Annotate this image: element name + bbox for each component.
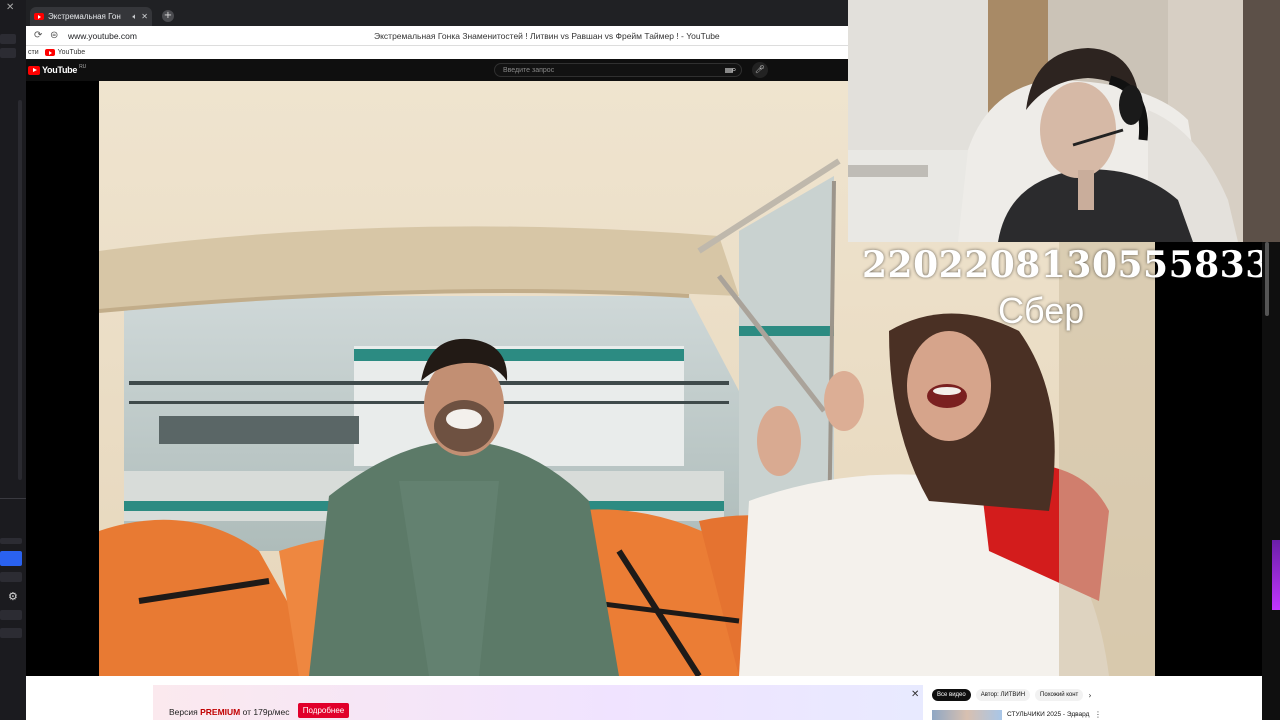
promo-text-suffix: от 179р/мес: [240, 707, 290, 717]
browser-tab[interactable]: Экстремальная Гон 🔈︎ ✕: [30, 7, 152, 26]
left-panel: ✕ ⚙: [0, 0, 26, 720]
donation-bank-name: Сбер: [998, 290, 1085, 331]
side-accent: [1272, 540, 1280, 610]
panel-block: [0, 34, 16, 44]
chevron-right-icon[interactable]: ›: [1088, 691, 1091, 700]
bookmark-label: YouTube: [57, 49, 86, 56]
webcam-overlay: [848, 0, 1280, 242]
premium-promo-banner: ✕ Версия PREMIUM от 179р/мес Подробнее: [153, 685, 923, 720]
panel-block: [0, 610, 22, 620]
close-icon[interactable]: ✕: [6, 2, 14, 13]
panel-active-item[interactable]: [0, 551, 22, 566]
chip-author[interactable]: Автор: ЛИТВИН: [975, 689, 1031, 701]
youtube-logo-icon: [28, 65, 40, 75]
webcam-scene: [848, 0, 1280, 242]
speaker-icon[interactable]: 🔈︎: [132, 12, 137, 22]
tab-title: Экстремальная Гон: [48, 12, 121, 21]
more-options-icon[interactable]: ⋮: [1094, 710, 1102, 719]
lock-icon[interactable]: ⊜: [50, 30, 62, 41]
page-title: Экстремальная Гонка Знаменитостей ! Литв…: [374, 31, 720, 41]
panel-divider: [0, 498, 26, 499]
related-filter-chips: Все видео Автор: ЛИТВИН Похожий конт ›: [932, 689, 1092, 701]
chip-all-videos[interactable]: Все видео: [932, 689, 971, 701]
chip-similar[interactable]: Похожий конт: [1035, 689, 1084, 701]
bookmark-youtube[interactable]: YouTube: [44, 49, 86, 56]
bookmark-item[interactable]: сти: [28, 49, 39, 56]
promo-premium-label: PREMIUM: [200, 707, 241, 717]
search-input[interactable]: Введите запрос: [494, 63, 742, 77]
related-video-title[interactable]: СТУЛЬЧИКИ 2025 - Эдвард: [1007, 711, 1089, 718]
panel-block: [0, 572, 22, 582]
promo-text: Версия PREMIUM от 179р/мес: [169, 707, 289, 717]
youtube-favicon-icon: [44, 49, 55, 56]
new-tab-button[interactable]: +: [162, 10, 174, 22]
related-video-thumbnail[interactable]: [932, 710, 1002, 720]
panel-block: [0, 48, 16, 58]
youtube-logo-country: RU: [79, 64, 87, 70]
bookmarks-bar: сти YouTube: [26, 46, 848, 59]
browser-tab-bar: Экстремальная Гон 🔈︎ ✕ +: [26, 0, 848, 26]
reload-icon[interactable]: ⟳: [34, 30, 46, 41]
youtube-logo[interactable]: YouTube RU: [28, 64, 87, 75]
address-bar: ⟳ ⊜ www.youtube.com Экстремальная Гонка …: [26, 26, 848, 46]
panel-block: [0, 538, 22, 544]
youtube-favicon-icon: [34, 13, 44, 20]
search-icon[interactable]: ⌕: [726, 63, 742, 77]
below-video-area: ✕ Версия PREMIUM от 179р/мес Подробнее В…: [26, 676, 1262, 720]
donation-card-number: 2202208130555833: [862, 244, 1271, 286]
url-input[interactable]: www.youtube.com: [68, 31, 137, 41]
panel-block: [0, 628, 22, 638]
promo-text-prefix: Версия: [169, 707, 201, 717]
search-placeholder: Введите запрос: [503, 66, 555, 74]
close-icon[interactable]: ✕: [911, 689, 919, 700]
promo-details-button[interactable]: Подробнее: [298, 703, 349, 718]
close-icon[interactable]: ✕: [141, 12, 148, 21]
page-scrollbar[interactable]: [1262, 242, 1280, 720]
youtube-logo-text: YouTube: [42, 65, 78, 75]
youtube-header: YouTube RU Введите запрос ⌕ 🎤︎: [26, 59, 848, 81]
panel-scrollbar[interactable]: [18, 100, 22, 480]
gear-icon[interactable]: ⚙: [8, 590, 18, 603]
microphone-icon[interactable]: 🎤︎: [752, 62, 768, 78]
scrollbar-thumb[interactable]: [1265, 242, 1269, 316]
